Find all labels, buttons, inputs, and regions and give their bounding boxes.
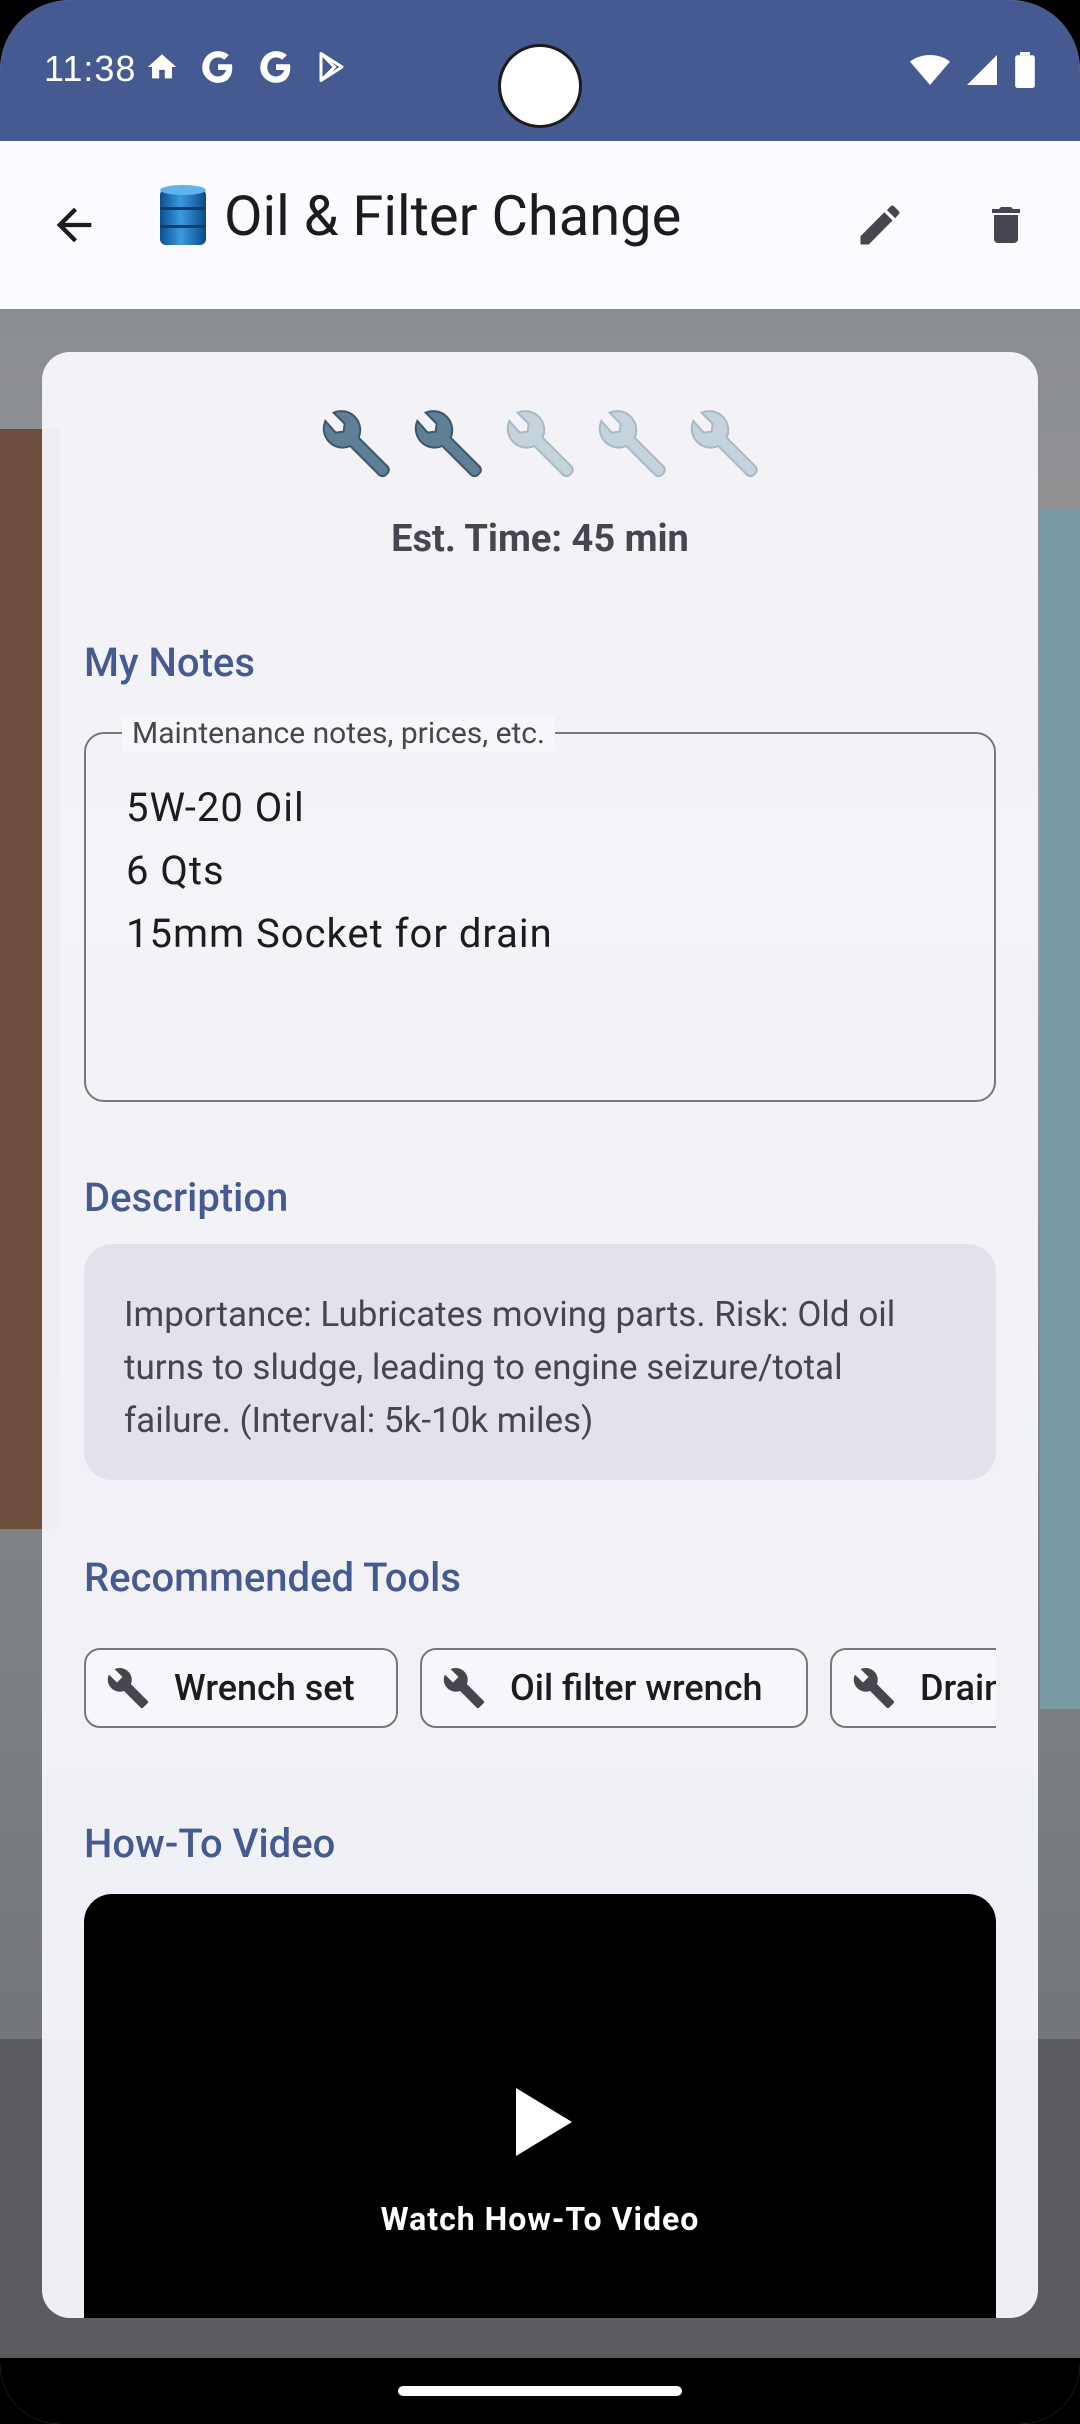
google-icon xyxy=(202,51,233,83)
wrench-icon-empty xyxy=(590,402,674,486)
wrench-icon-filled xyxy=(406,402,490,486)
description-text: Importance: Lubricates moving parts. Ris… xyxy=(84,1244,996,1480)
top-app-bar: Oil & Filter Change xyxy=(0,141,1080,309)
tools-section-title: Recommended Tools xyxy=(84,1554,461,1601)
camera-cutout xyxy=(498,44,582,128)
wifi-icon xyxy=(910,55,950,85)
tool-chip-label: Wrench set xyxy=(174,1667,355,1709)
tools-chip-row[interactable]: Wrench set Oil filter wrench Drain xyxy=(84,1648,996,1732)
back-button[interactable] xyxy=(26,177,122,273)
edit-button[interactable] xyxy=(832,177,928,273)
background-car xyxy=(1040,509,1080,1709)
wrench-icon xyxy=(850,1664,898,1712)
tool-chip[interactable]: Oil filter wrench xyxy=(420,1648,808,1728)
status-system-icons xyxy=(910,52,1036,88)
home-indicator[interactable] xyxy=(398,2386,682,2396)
signal-icon xyxy=(967,55,997,85)
screen: 11:38 Oil & Filter Change Est. Time: 45 … xyxy=(0,0,1080,2424)
status-time: 11:38 xyxy=(44,48,137,89)
status-bar: 11:38 xyxy=(0,0,1080,141)
delete-button[interactable] xyxy=(958,177,1054,273)
wrench-icon-empty xyxy=(498,402,582,486)
play-icon[interactable] xyxy=(516,2088,572,2156)
oil-drum-icon xyxy=(160,185,206,245)
wrench-icon-filled xyxy=(314,402,398,486)
tool-chip-label: Oil filter wrench xyxy=(510,1667,763,1709)
video-label: Watch How-To Video xyxy=(380,2200,700,2238)
arrow-back-icon xyxy=(56,207,92,243)
google-icon xyxy=(260,51,291,83)
notes-field-value[interactable]: 5W-20 Oil 6 Qts 15mm Socket for drain xyxy=(126,776,553,965)
estimated-time: Est. Time: 45 min xyxy=(391,517,689,561)
tool-chip[interactable]: Drain xyxy=(830,1648,996,1728)
page-title-text: Oil & Filter Change xyxy=(224,183,682,249)
task-detail-card: Est. Time: 45 min My Notes Maintenance n… xyxy=(42,352,1038,2318)
wrench-icon xyxy=(440,1664,488,1712)
video-section-title: How-To Video xyxy=(84,1820,336,1867)
difficulty-rating xyxy=(42,402,1038,486)
wrench-icon xyxy=(104,1664,152,1712)
wrench-icon-empty xyxy=(682,402,766,486)
home-icon xyxy=(147,54,177,79)
page-title: Oil & Filter Change xyxy=(156,183,681,249)
description-section-title: Description xyxy=(84,1174,289,1221)
battery-icon xyxy=(1015,52,1035,88)
status-notification-icons xyxy=(145,48,351,86)
tool-chip-label: Drain xyxy=(920,1667,996,1709)
trash-icon xyxy=(992,207,1020,243)
tool-chip[interactable]: Wrench set xyxy=(84,1648,398,1728)
pencil-icon xyxy=(860,205,900,245)
notes-field-label: Maintenance notes, prices, etc. xyxy=(122,716,555,751)
play-store-icon xyxy=(319,52,344,82)
notes-field[interactable]: Maintenance notes, prices, etc. 5W-20 Oi… xyxy=(84,716,996,1102)
notes-section-title: My Notes xyxy=(84,639,255,686)
